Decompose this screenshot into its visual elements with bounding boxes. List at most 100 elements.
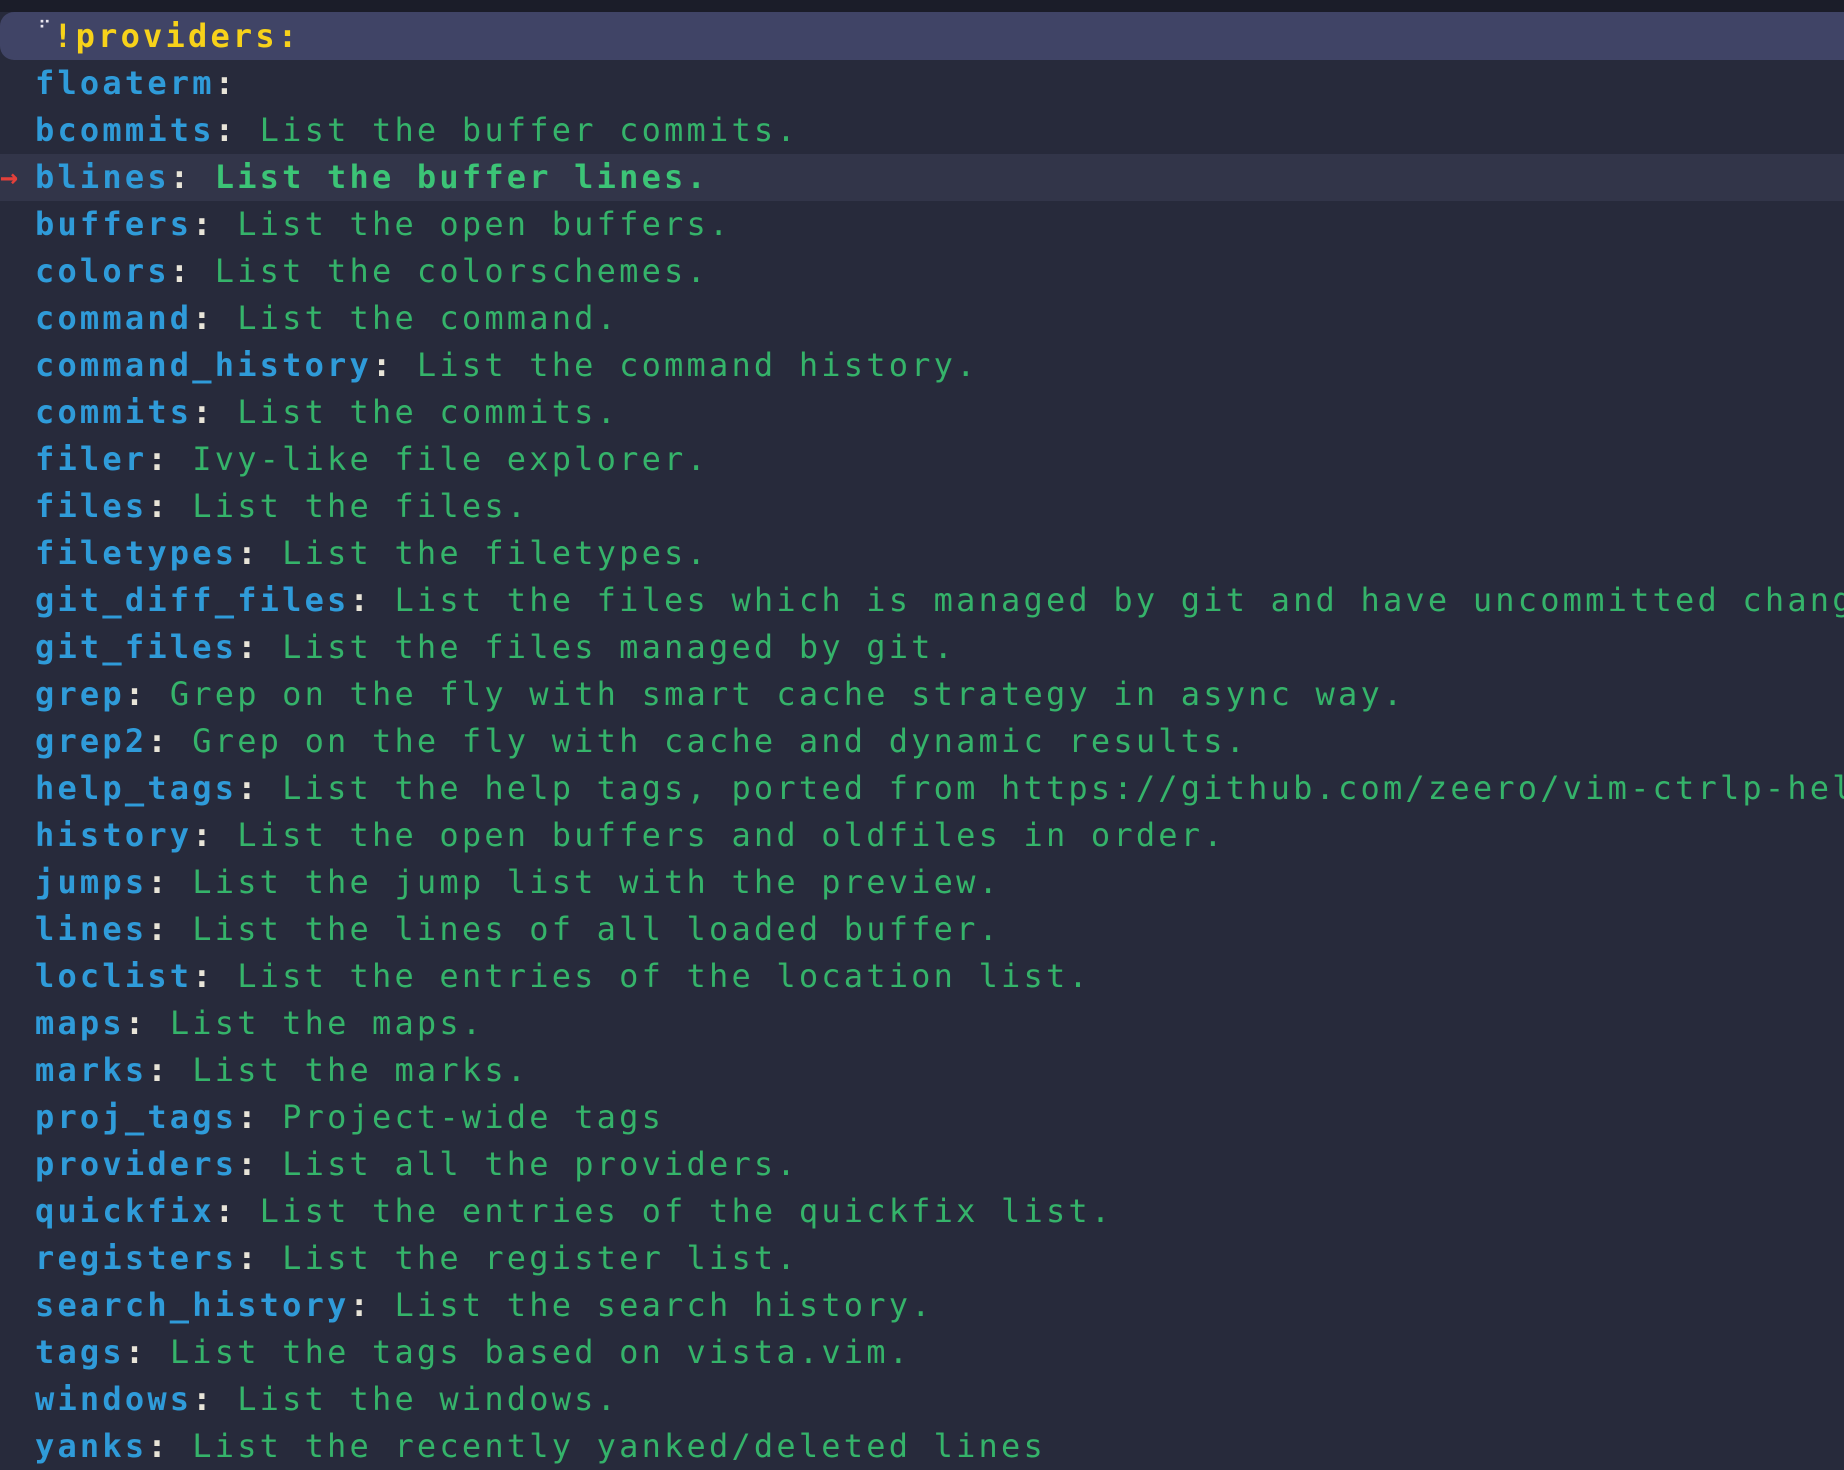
provider-description: List the tags based on vista.vim. <box>169 1333 912 1371</box>
separator: : <box>192 1380 215 1418</box>
list-item[interactable]: help_tags: List the help tags, ported fr… <box>0 765 1844 812</box>
list-item[interactable]: history: List the open buffers and oldfi… <box>0 812 1844 859</box>
list-item[interactable]: git_files: List the files managed by git… <box>0 624 1844 671</box>
provider-name: grep2 <box>35 722 148 760</box>
provider-name: proj_tags <box>35 1098 238 1136</box>
separator: : <box>237 628 260 666</box>
spinner-icon: ⠋ <box>38 18 52 39</box>
search-input[interactable]: !providers: <box>53 17 300 55</box>
separator: : <box>147 910 170 948</box>
search-prompt-bar[interactable]: ⠋!providers: <box>0 12 1844 60</box>
separator: : <box>192 205 215 243</box>
provider-description: List the search history. <box>394 1286 934 1324</box>
provider-description: List the buffer commits. <box>259 111 799 149</box>
provider-name: grep <box>35 675 125 713</box>
separator: : <box>214 111 238 149</box>
separator: : <box>371 346 395 384</box>
provider-name: commits <box>35 393 193 431</box>
provider-name: buffers <box>35 205 193 243</box>
provider-description: Ivy-like file explorer. <box>192 440 709 478</box>
list-item[interactable]: buffers: List the open buffers. <box>0 201 1844 248</box>
list-item[interactable]: grep2: Grep on the fly with cache and dy… <box>0 718 1844 765</box>
separator: : <box>237 1145 260 1183</box>
provider-description: List the files managed by git. <box>282 628 957 666</box>
provider-name: providers <box>35 1145 238 1183</box>
provider-description: List the open buffers. <box>237 205 732 243</box>
provider-name: windows <box>35 1380 193 1418</box>
separator: : <box>237 1098 260 1136</box>
list-item[interactable]: filer: Ivy-like file explorer. <box>0 436 1844 483</box>
list-item[interactable]: grep: Grep on the fly with smart cache s… <box>0 671 1844 718</box>
provider-name: lines <box>35 910 148 948</box>
provider-name: help_tags <box>35 769 238 807</box>
separator: : <box>169 252 193 290</box>
provider-description: List the marks. <box>192 1051 530 1089</box>
provider-name: git_files <box>35 628 238 666</box>
separator: : <box>237 1239 260 1277</box>
provider-description: List the entries of the quickfix list. <box>259 1192 1114 1230</box>
list-item[interactable]: command: List the command. <box>0 295 1844 342</box>
list-item[interactable]: jumps: List the jump list with the previ… <box>0 859 1844 906</box>
window-top-strip <box>0 0 1844 12</box>
list-item[interactable]: filetypes: List the filetypes. <box>0 530 1844 577</box>
separator: : <box>147 440 170 478</box>
provider-name: loclist <box>35 957 193 995</box>
list-item[interactable]: git_diff_files: List the files which is … <box>0 577 1844 624</box>
list-item[interactable]: yanks: List the recently yanked/deleted … <box>0 1423 1844 1470</box>
separator: : <box>147 1051 170 1089</box>
provider-description: Project-wide tags <box>282 1098 665 1136</box>
list-item[interactable]: tags: List the tags based on vista.vim. <box>0 1329 1844 1376</box>
provider-name: colors <box>35 252 170 290</box>
list-item[interactable]: → blines: List the buffer lines. <box>0 154 1844 201</box>
list-item[interactable]: floaterm: <box>0 60 1844 107</box>
provider-description: List the command. <box>237 299 620 337</box>
list-item[interactable]: commits: List the commits. <box>0 389 1844 436</box>
list-item[interactable]: bcommits: List the buffer commits. <box>0 107 1844 154</box>
list-item[interactable]: windows: List the windows. <box>0 1376 1844 1423</box>
separator: : <box>147 722 170 760</box>
separator: : <box>192 957 215 995</box>
provider-name: blines <box>35 158 170 196</box>
separator: : <box>349 581 372 619</box>
provider-description: List the help tags, ported from https://… <box>282 769 1844 807</box>
provider-description: List the recently yanked/deleted lines <box>192 1427 1046 1465</box>
list-item[interactable]: marks: List the marks. <box>0 1047 1844 1094</box>
list-item[interactable]: search_history: List the search history. <box>0 1282 1844 1329</box>
list-item[interactable]: files: List the files. <box>0 483 1844 530</box>
list-item[interactable]: lines: List the lines of all loaded buff… <box>0 906 1844 953</box>
separator: : <box>192 393 215 431</box>
separator: : <box>124 1004 148 1042</box>
list-item[interactable]: loclist: List the entries of the locatio… <box>0 953 1844 1000</box>
list-item[interactable]: quickfix: List the entries of the quickf… <box>0 1188 1844 1235</box>
separator: : <box>349 1286 372 1324</box>
provider-name: filetypes <box>35 534 238 572</box>
list-item[interactable]: colors: List the colorschemes. <box>0 248 1844 295</box>
list-item[interactable]: providers: List all the providers. <box>0 1141 1844 1188</box>
separator: : <box>214 1192 238 1230</box>
provider-description: List the jump list with the preview. <box>192 863 1002 901</box>
separator: : <box>169 158 193 196</box>
list-item[interactable]: command_history: List the command histor… <box>0 342 1844 389</box>
separator: : <box>147 1427 170 1465</box>
provider-name: search_history <box>35 1286 350 1324</box>
separator: : <box>192 816 215 854</box>
provider-description: List all the providers. <box>282 1145 799 1183</box>
provider-name: marks <box>35 1051 148 1089</box>
provider-name: jumps <box>35 863 148 901</box>
separator: : <box>147 487 170 525</box>
provider-description: List the command history. <box>416 346 979 384</box>
separator: : <box>124 1333 148 1371</box>
provider-name: git_diff_files <box>35 581 350 619</box>
provider-name: history <box>35 816 193 854</box>
provider-name: command <box>35 299 193 337</box>
provider-description: List the register list. <box>282 1239 799 1277</box>
list-item[interactable]: maps: List the maps. <box>0 1000 1844 1047</box>
provider-description: List the open buffers and oldfiles in or… <box>237 816 1226 854</box>
list-item[interactable]: registers: List the register list. <box>0 1235 1844 1282</box>
selection-arrow-icon: → <box>0 160 19 195</box>
list-item[interactable]: proj_tags: Project-wide tags <box>0 1094 1844 1141</box>
provider-description: List the buffer lines. <box>214 158 709 196</box>
separator: : <box>237 534 260 572</box>
provider-name: files <box>35 487 148 525</box>
provider-description: List the maps. <box>169 1004 485 1042</box>
